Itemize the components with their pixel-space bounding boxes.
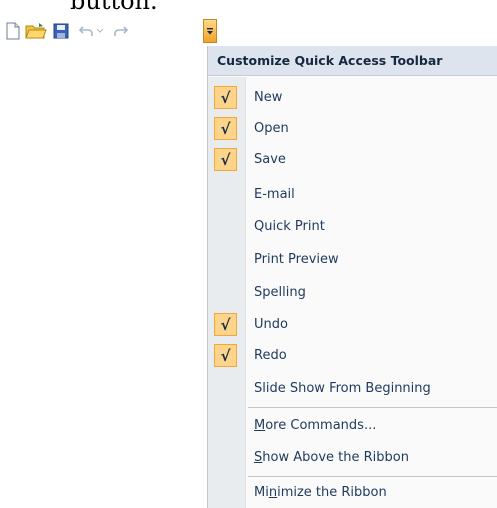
customize-menu: Customize Quick Access Toolbar √ New √ O… [207,46,497,508]
new-button[interactable] [3,20,23,42]
menu-item-more-commands[interactable]: More Commands... [208,411,497,441]
menu-item-minimize-ribbon[interactable]: Minimize the Ribbon [208,478,497,508]
undo-dropdown-button[interactable] [94,20,106,42]
undo-icon [78,26,93,36]
checkmark-icon: √ [214,344,237,367]
menu-separator [248,407,497,408]
customize-dropdown-icon [207,27,213,34]
new-icon [6,22,20,40]
menu-item-label: Redo [254,348,287,363]
chevron-down-icon [96,28,104,33]
customize-toolbar-button[interactable] [203,19,217,43]
accelerator-key: M [254,418,266,433]
menu-title: Customize Quick Access Toolbar [208,46,497,76]
menu-item-save[interactable]: √ Save [208,145,497,175]
accelerator-key: n [268,485,278,500]
menu-item-label: New [254,90,283,105]
menu-item-label: Open [254,121,289,136]
redo-button[interactable] [111,20,131,42]
save-button[interactable] [51,20,71,42]
open-button[interactable] [24,20,48,42]
menu-item-label: Show Above the Ribbon [254,450,409,465]
menu-item-open[interactable]: √ Open [208,114,497,144]
checkmark-icon: √ [214,148,237,171]
quick-access-toolbar [0,18,220,46]
menu-item-print-preview[interactable]: Print Preview [208,245,497,275]
menu-item-label: More Commands... [254,418,377,433]
checkmark-icon: √ [214,86,237,109]
menu-item-label: Minimize the Ribbon [254,485,387,500]
heading-fragment: button. [70,0,158,15]
redo-icon [114,26,129,36]
menu-item-show-above-ribbon[interactable]: Show Above the Ribbon [208,443,497,473]
menu-item-new[interactable]: √ New [208,83,497,113]
menu-item-label: Slide Show From Beginning [254,381,431,396]
open-icon [25,23,47,39]
menu-item-label: Save [254,152,286,167]
menu-item-label: Spelling [254,285,306,300]
checkmark-icon: √ [214,313,237,336]
menu-item-undo[interactable]: √ Undo [208,310,497,340]
menu-item-redo[interactable]: √ Redo [208,341,497,371]
menu-item-email[interactable]: E-mail [208,180,497,210]
menu-item-slide-show[interactable]: Slide Show From Beginning [208,374,497,404]
menu-separator [248,476,497,477]
menu-item-spelling[interactable]: Spelling [208,278,497,308]
menu-item-label: Undo [254,317,288,332]
menu-item-label: Quick Print [254,219,325,234]
undo-button[interactable] [76,20,96,42]
checkmark-icon: √ [214,117,237,140]
menu-item-quick-print[interactable]: Quick Print [208,212,497,242]
menu-item-label: E-mail [254,187,295,202]
save-icon [53,23,69,39]
menu-item-label: Print Preview [254,252,339,267]
